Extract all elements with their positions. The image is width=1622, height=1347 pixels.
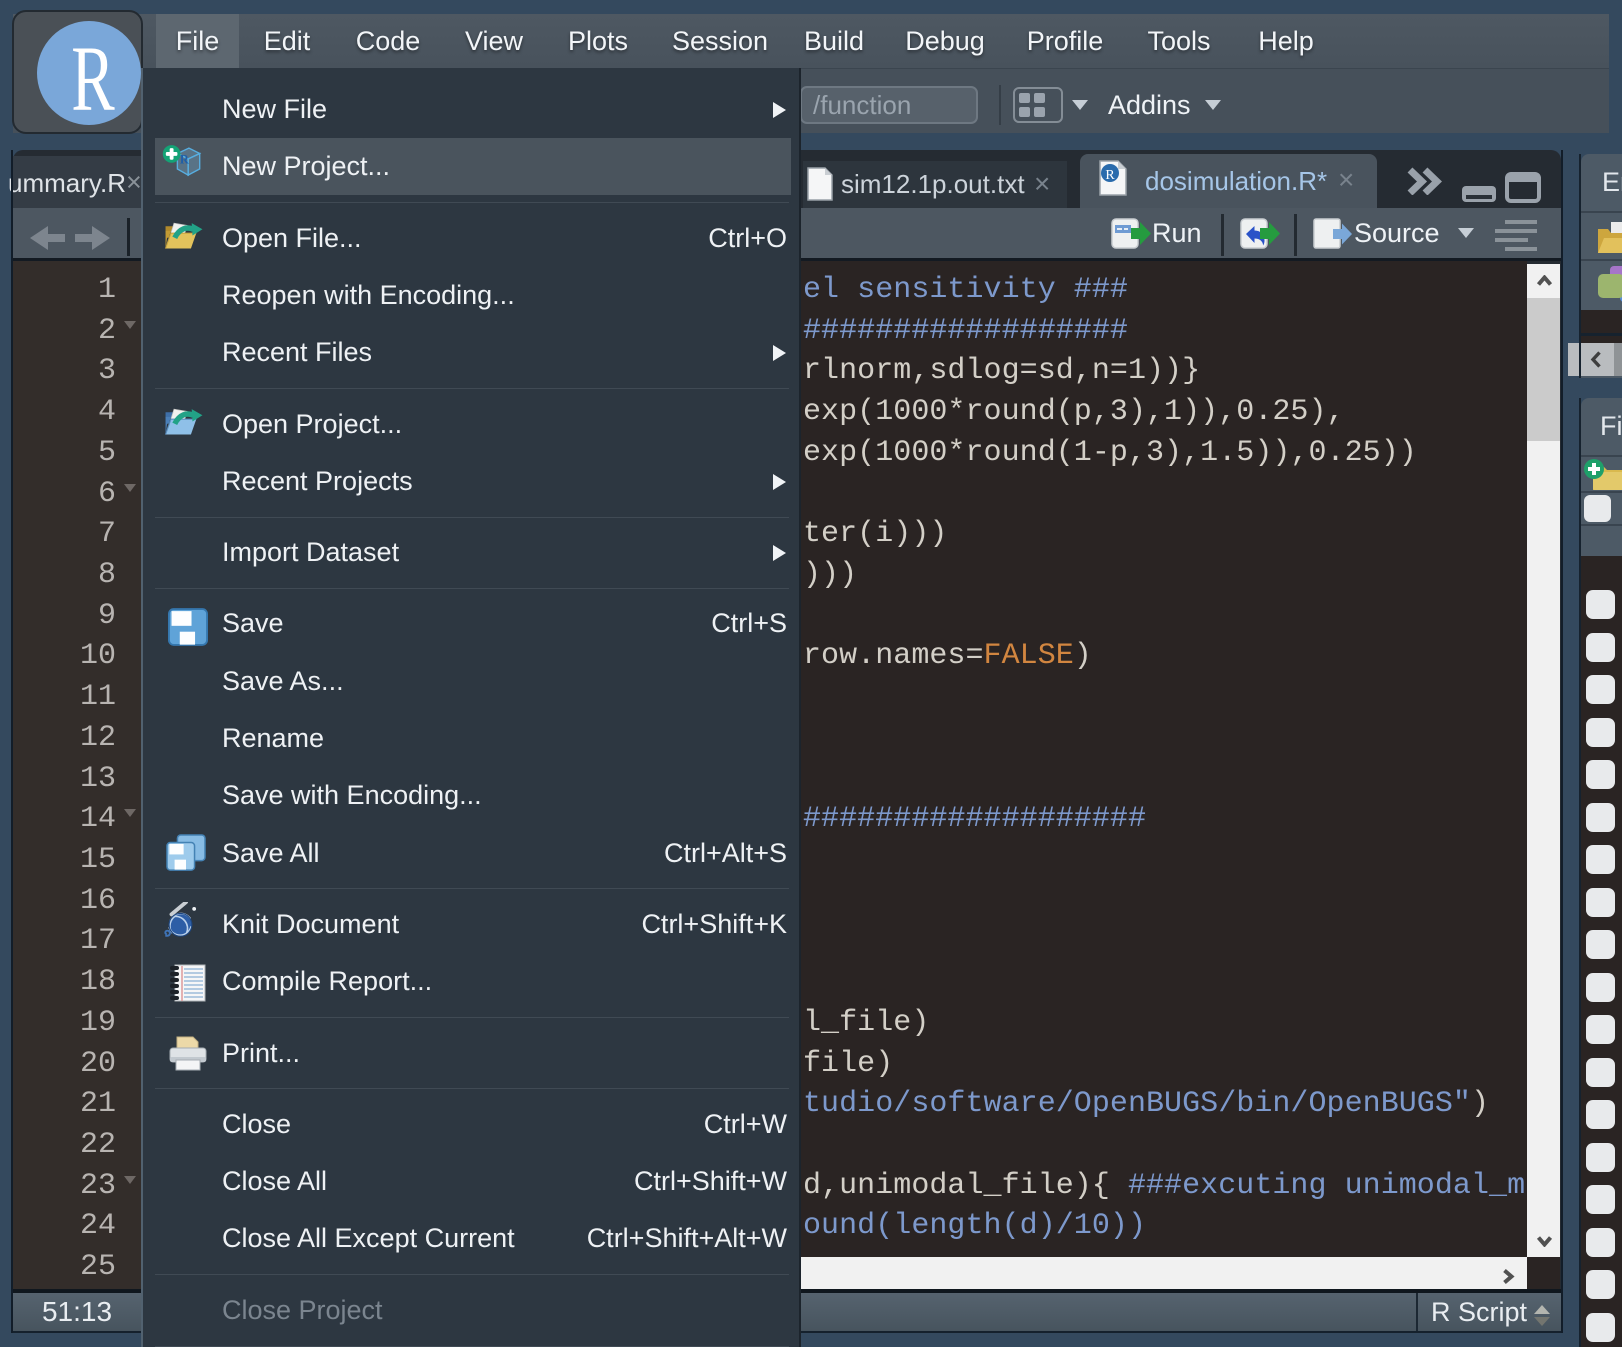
svg-text:R: R bbox=[180, 153, 189, 167]
svg-text:R: R bbox=[1105, 168, 1115, 183]
